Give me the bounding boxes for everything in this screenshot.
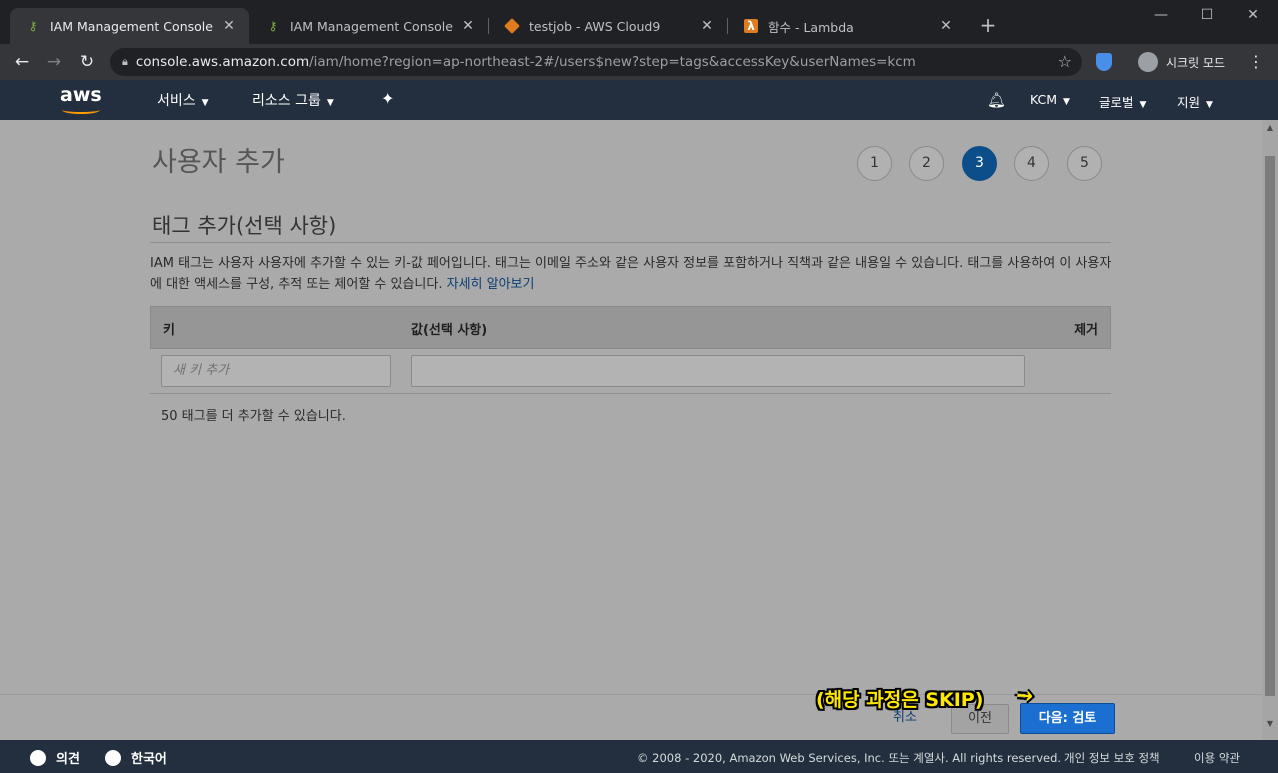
pin-icon[interactable]: ✦: [381, 89, 394, 108]
feedback-label: 의견: [56, 752, 80, 767]
incognito-icon: [1138, 52, 1158, 72]
tag-value-input[interactable]: [411, 355, 1025, 387]
forward-arrow-icon[interactable]: →: [42, 50, 66, 74]
services-menu[interactable]: 서비스 ▼: [157, 90, 209, 110]
region-menu[interactable]: 글로벌 ▼: [1099, 92, 1146, 111]
tab-title: 함수 - Lambda: [768, 19, 854, 35]
more-menu-icon[interactable]: ⋮: [1248, 50, 1264, 74]
url-path: /iam/home?region=ap-northeast-2#/users$n…: [309, 54, 916, 70]
tags-description: IAM 태그는 사용자 사용자에 추가할 수 있는 키-값 페어입니다. 태그는…: [150, 253, 1112, 295]
section-title: 태그 추가(선택 사항): [152, 214, 337, 238]
tab-strip: ⚷ IAM Management Console ✕ ⚷ IAM Managem…: [0, 0, 1278, 44]
reload-icon[interactable]: ↻: [75, 50, 99, 74]
tab-cloud9[interactable]: testjob - AWS Cloud9 ✕: [489, 8, 727, 44]
cloud9-icon: [504, 18, 520, 34]
chevron-down-icon: ▼: [1206, 100, 1213, 110]
account-label: KCM: [1030, 92, 1058, 107]
browser-window: ⚷ IAM Management Console ✕ ⚷ IAM Managem…: [0, 0, 1278, 773]
maximize-button[interactable]: ☐: [1184, 4, 1230, 28]
resource-groups-menu[interactable]: 리소스 그룹 ▼: [252, 90, 334, 110]
step-5[interactable]: 5: [1067, 146, 1102, 181]
address-bar[interactable]: 🔒︎ console.aws.amazon.com/iam/home?regio…: [110, 48, 1082, 76]
skip-annotation: (해당 과정은 SKIP): [816, 689, 984, 711]
close-icon[interactable]: ✕: [699, 18, 715, 34]
bell-icon[interactable]: 🔔︎: [987, 91, 1006, 109]
speech-bubble-icon: [30, 749, 46, 766]
support-label: 지원: [1177, 95, 1201, 110]
lambda-icon: λ: [744, 19, 758, 33]
window-close-button[interactable]: ✕: [1230, 4, 1276, 28]
shield-extension-icon[interactable]: [1096, 53, 1112, 71]
remaining-tags-text: 50 태그를 더 추가할 수 있습니다.: [161, 409, 346, 424]
feedback-button[interactable]: 의견: [30, 748, 80, 767]
tab-title: IAM Management Console: [290, 18, 453, 34]
tab-title: testjob - AWS Cloud9: [529, 18, 661, 34]
aws-navbar: aws 서비스 ▼ 리소스 그룹 ▼ ✦ 🔔︎ KCM ▼ 글로벌 ▼ 지원 ▼: [0, 80, 1278, 120]
region-label: 글로벌: [1099, 95, 1134, 110]
divider: [150, 242, 1111, 243]
chevron-down-icon: ▼: [1063, 97, 1070, 107]
scroll-thumb[interactable]: [1265, 156, 1275, 696]
globe-icon: [105, 749, 121, 766]
tag-key-input[interactable]: 새 키 추가: [161, 355, 391, 387]
tab-iam-console-1[interactable]: ⚷ IAM Management Console ✕: [10, 8, 249, 44]
new-tab-button[interactable]: +: [978, 14, 998, 38]
aws-smile-icon: [62, 106, 100, 114]
minimize-button[interactable]: —: [1138, 4, 1184, 28]
step-4[interactable]: 4: [1014, 146, 1049, 181]
terms-link[interactable]: 이용 약관: [1194, 750, 1240, 766]
next-review-button[interactable]: 다음: 검토: [1020, 703, 1115, 734]
close-icon[interactable]: ✕: [221, 18, 237, 34]
close-icon[interactable]: ✕: [938, 18, 954, 34]
copyright-text: © 2008 - 2020, Amazon Web Services, Inc.…: [637, 751, 1062, 765]
step-1[interactable]: 1: [857, 146, 892, 181]
close-icon[interactable]: ✕: [460, 18, 476, 34]
column-header-value: 값(선택 사항): [411, 323, 488, 338]
tab-iam-console-2[interactable]: ⚷ IAM Management Console ✕: [250, 8, 488, 44]
support-menu[interactable]: 지원 ▼: [1177, 92, 1213, 111]
step-3[interactable]: 3: [962, 146, 997, 181]
browser-toolbar: ← → ↻ 🔒︎ console.aws.amazon.com/iam/home…: [0, 44, 1278, 80]
step-2[interactable]: 2: [909, 146, 944, 181]
resource-groups-label: 리소스 그룹: [252, 93, 321, 109]
column-header-key: 키: [163, 323, 175, 338]
tab-title: IAM Management Console: [50, 18, 213, 34]
description-text: IAM 태그는 사용자 사용자에 추가할 수 있는 키-값 페어입니다. 태그는…: [150, 256, 1112, 292]
page-title: 사용자 추가: [152, 147, 285, 178]
chevron-down-icon: ▼: [326, 98, 334, 108]
url-host: console.aws.amazon.com: [135, 54, 310, 70]
language-label: 한국어: [131, 752, 167, 767]
tags-table-header: 키 값(선택 사항) 제거: [150, 306, 1111, 349]
services-label: 서비스: [157, 93, 196, 109]
lock-icon: 🔒︎: [122, 55, 128, 68]
scrollbar[interactable]: ▲ ▼: [1262, 120, 1278, 740]
tab-lambda[interactable]: λ 함수 - Lambda ✕: [728, 8, 966, 44]
key-icon: ⚷: [268, 19, 278, 33]
key-icon: ⚷: [28, 19, 38, 33]
scroll-up-icon[interactable]: ▲: [1262, 120, 1278, 136]
privacy-link[interactable]: 개인 정보 보호 정책: [1064, 750, 1160, 766]
incognito-label: 시크릿 모드: [1166, 55, 1226, 70]
bookmark-star-icon[interactable]: ☆: [1058, 52, 1072, 71]
divider: [0, 694, 1262, 695]
divider: [150, 393, 1111, 394]
language-selector[interactable]: 한국어: [105, 748, 167, 767]
scroll-down-icon[interactable]: ▼: [1262, 716, 1278, 732]
chevron-down-icon: ▼: [201, 98, 209, 108]
incognito-indicator[interactable]: 시크릿 모드: [1134, 49, 1235, 75]
account-menu[interactable]: KCM ▼: [1030, 92, 1070, 107]
aws-footer: 의견 한국어 © 2008 - 2020, Amazon Web Service…: [0, 740, 1278, 773]
aws-logo[interactable]: aws: [60, 84, 104, 114]
aws-logo-text: aws: [60, 84, 102, 106]
main-content: 사용자 추가 1 2 3 4 5 태그 추가(선택 사항) IAM 태그는 사용…: [0, 120, 1278, 740]
back-arrow-icon[interactable]: ←: [10, 50, 34, 74]
column-header-remove: 제거: [1074, 323, 1098, 338]
chevron-down-icon: ▼: [1139, 100, 1147, 110]
learn-more-link[interactable]: 자세히 알아보기: [447, 277, 535, 292]
